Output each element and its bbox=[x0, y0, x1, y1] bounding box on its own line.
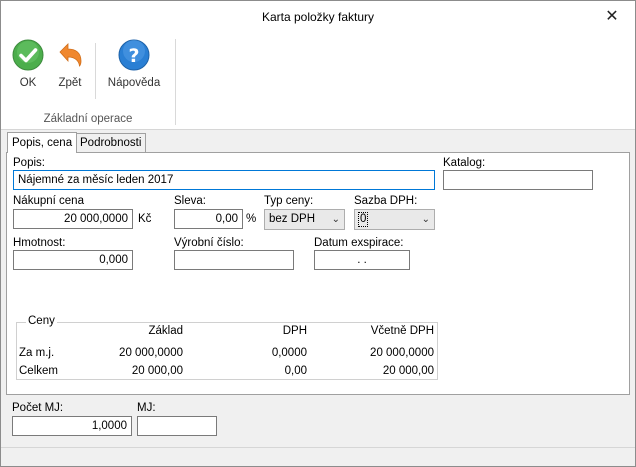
za-mj-zaklad: 20 000,0000 bbox=[119, 347, 183, 359]
typ-ceny-value: bez DPH bbox=[269, 213, 316, 225]
katalog-label: Katalog: bbox=[443, 157, 486, 169]
ribbon-separator bbox=[95, 43, 96, 99]
sazba-dph-value: 0 bbox=[357, 212, 369, 227]
datum-exspirace-label: Datum exspirace: bbox=[314, 237, 404, 249]
hmotnost-label: Hmotnost: bbox=[13, 237, 66, 249]
tab-popis-cena[interactable]: Popis, cena bbox=[7, 132, 78, 153]
ceny-group: Ceny Základ DPH Včetně DPH Za m.j. 20 00… bbox=[16, 315, 438, 380]
nakupni-cena-label: Nákupní cena bbox=[13, 195, 84, 207]
celkem-zaklad: 20 000,00 bbox=[131, 365, 183, 377]
question-icon: ? bbox=[118, 39, 150, 71]
mj-label: MJ: bbox=[137, 402, 156, 414]
chevron-down-icon: ⌄ bbox=[421, 214, 430, 225]
typ-ceny-select[interactable]: bez DPH ⌄ bbox=[264, 209, 345, 230]
celkem-vcetne: 20 000,00 bbox=[382, 365, 434, 377]
chevron-down-icon: ⌄ bbox=[331, 214, 340, 225]
row-label-za-mj: Za m.j. bbox=[19, 347, 55, 359]
sazba-dph-label: Sazba DPH: bbox=[354, 195, 418, 207]
popis-label: Popis: bbox=[13, 157, 45, 169]
row-label-celkem: Celkem bbox=[19, 365, 58, 377]
window-title: Karta položky faktury bbox=[261, 10, 375, 24]
ceny-legend: Ceny bbox=[26, 315, 57, 327]
ribbon: OK Zpět ? Nápověda Základní operace bbox=[1, 33, 635, 130]
status-divider bbox=[1, 447, 635, 448]
nakupni-cena-input[interactable]: 20 000,0000 bbox=[13, 209, 133, 229]
back-label: Zpět bbox=[58, 77, 82, 89]
pocet-mj-label: Počet MJ: bbox=[12, 402, 64, 414]
vyrobni-cislo-input[interactable] bbox=[174, 250, 294, 270]
typ-ceny-label: Typ ceny: bbox=[264, 195, 314, 207]
percent-unit: % bbox=[246, 213, 257, 225]
ribbon-group-label: Základní operace bbox=[43, 113, 133, 125]
pocet-mj-input[interactable]: 1,0000 bbox=[12, 416, 132, 436]
katalog-input[interactable] bbox=[443, 170, 593, 190]
ok-button[interactable]: OK bbox=[11, 39, 45, 89]
currency-unit: Kč bbox=[138, 213, 152, 225]
ok-label: OK bbox=[19, 77, 37, 89]
close-icon[interactable]: ✕ bbox=[589, 1, 635, 32]
datum-exspirace-input[interactable]: . . bbox=[314, 250, 410, 270]
tab-podrobnosti[interactable]: Podrobnosti bbox=[75, 133, 147, 153]
ribbon-group-separator bbox=[175, 39, 176, 125]
sleva-input[interactable]: 0,00 bbox=[174, 209, 243, 229]
za-mj-vcetne: 20 000,0000 bbox=[370, 347, 434, 359]
title-bar: Karta položky faktury ✕ bbox=[1, 1, 635, 33]
mj-input[interactable] bbox=[137, 416, 217, 436]
sazba-dph-select[interactable]: 0 ⌄ bbox=[354, 209, 435, 230]
help-button[interactable]: ? Nápověda bbox=[105, 39, 163, 89]
header-zaklad: Základ bbox=[148, 325, 183, 337]
check-icon bbox=[12, 39, 44, 71]
sleva-label: Sleva: bbox=[174, 195, 206, 207]
popis-input[interactable]: Nájemné za měsíc leden 2017 bbox=[13, 170, 435, 190]
header-vcetne-dph: Včetně DPH bbox=[370, 325, 434, 337]
celkem-dph: 0,00 bbox=[284, 365, 307, 377]
header-dph: DPH bbox=[282, 325, 307, 337]
vyrobni-cislo-label: Výrobní číslo: bbox=[174, 237, 244, 249]
help-label: Nápověda bbox=[107, 77, 161, 89]
tab-panel: Popis: Nájemné za měsíc leden 2017 Katal… bbox=[6, 152, 630, 395]
hmotnost-input[interactable]: 0,000 bbox=[13, 250, 133, 270]
svg-text:?: ? bbox=[128, 45, 139, 67]
back-button[interactable]: Zpět bbox=[53, 39, 87, 89]
dialog-window: Karta položky faktury ✕ OK Zpět ? Nápově… bbox=[0, 0, 636, 467]
za-mj-dph: 0,0000 bbox=[271, 347, 307, 359]
undo-arrow-icon bbox=[59, 43, 82, 67]
